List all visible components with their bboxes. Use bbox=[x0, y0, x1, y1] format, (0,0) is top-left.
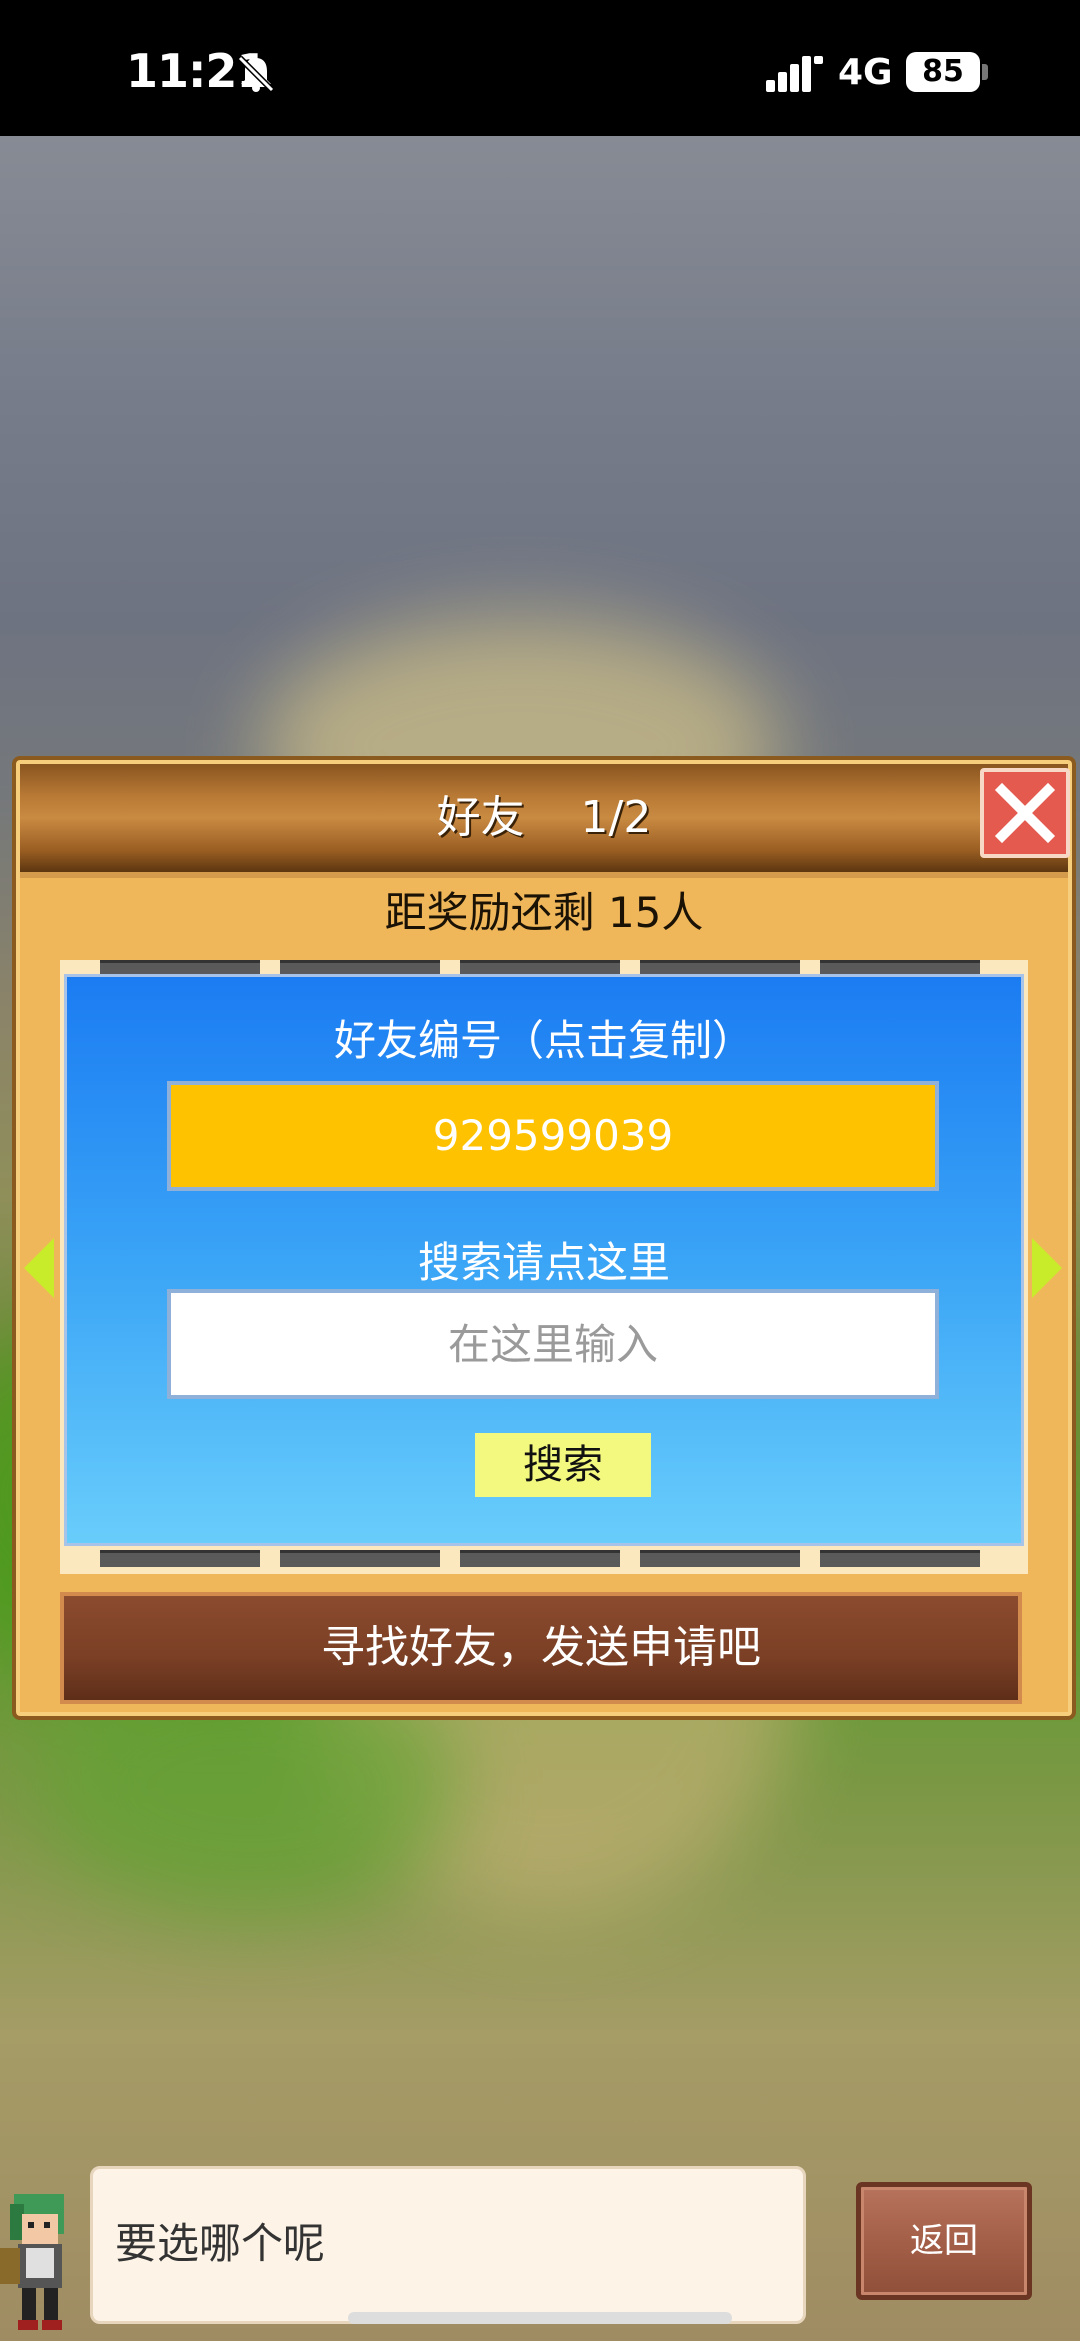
panel-frame: 好友编号（点击复制） 929599039 搜索请点这里 搜索 bbox=[60, 960, 1028, 1574]
close-icon bbox=[994, 782, 1056, 844]
signal-icon bbox=[766, 56, 823, 92]
close-button[interactable] bbox=[980, 768, 1070, 858]
panel-tab-decoration bbox=[100, 1550, 260, 1567]
speech-bubble: 要选哪个呢 bbox=[90, 2166, 806, 2324]
battery-icon: 85 bbox=[906, 52, 980, 92]
status-bar: 11:21 4G 85 bbox=[0, 0, 1080, 136]
home-indicator[interactable] bbox=[348, 2312, 732, 2324]
search-button[interactable]: 搜索 bbox=[475, 1433, 651, 1497]
friend-search-panel: 好友编号（点击复制） 929599039 搜索请点这里 搜索 bbox=[64, 974, 1024, 1546]
panel-tab-decoration bbox=[640, 1550, 800, 1567]
dialog-header: 好友 1/2 bbox=[20, 764, 1068, 878]
panel-tab-decoration bbox=[460, 1550, 620, 1567]
friend-id-copy-field[interactable]: 929599039 bbox=[167, 1081, 939, 1191]
reward-remaining-text: 距奖励还剩 15人 bbox=[384, 888, 704, 937]
character-avatar bbox=[0, 2194, 64, 2330]
friend-id-label: 好友编号（点击复制） bbox=[333, 1016, 754, 1065]
battery-tip bbox=[982, 64, 988, 80]
speech-text: 要选哪个呢 bbox=[115, 2219, 326, 2268]
network-type: 4G bbox=[838, 52, 893, 93]
search-input[interactable] bbox=[167, 1289, 939, 1399]
panel-tab-decoration bbox=[280, 1550, 440, 1567]
panel-tab-decoration bbox=[820, 1550, 980, 1567]
next-page-arrow-icon[interactable] bbox=[1032, 1238, 1062, 1298]
find-friends-banner: 寻找好友，发送申请吧 bbox=[60, 1592, 1022, 1704]
prev-page-arrow-icon[interactable] bbox=[24, 1238, 54, 1298]
dialog-title: 好友 1/2 bbox=[436, 792, 652, 843]
bell-muted-icon bbox=[237, 55, 275, 93]
back-button[interactable]: 返回 bbox=[856, 2182, 1032, 2300]
friends-dialog: 好友 1/2 距奖励还剩 15人 好友编号（点击复制） 929599039 搜索… bbox=[12, 756, 1076, 1720]
search-label: 搜索请点这里 bbox=[417, 1238, 670, 1287]
